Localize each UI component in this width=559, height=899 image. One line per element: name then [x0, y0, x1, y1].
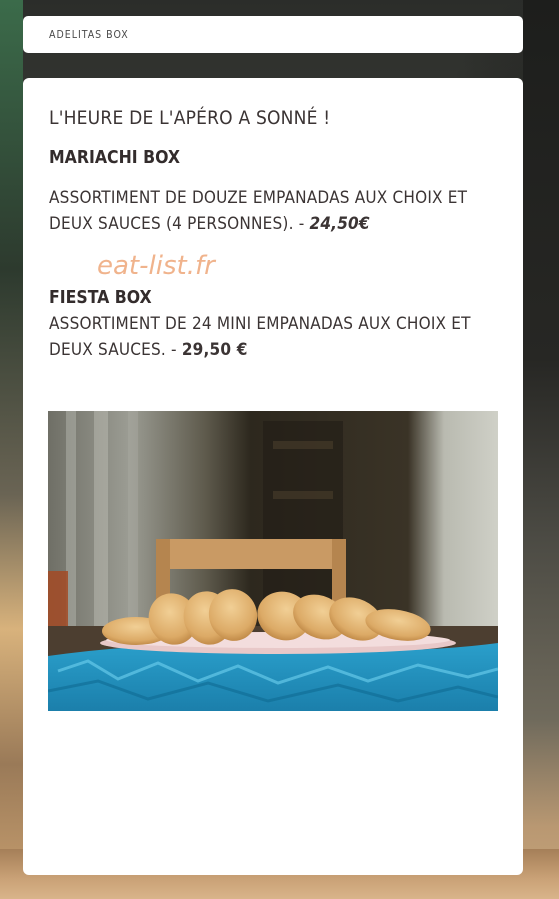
page-title: L'HEURE DE L'APÉRO A SONNÉ ! — [49, 107, 331, 129]
breadcrumb-label[interactable]: ADELITAS BOX — [49, 29, 129, 41]
menu-item-description-text: ASSORTIMENT DE DOUZE EMPANADAS AUX CHOIX… — [49, 188, 468, 234]
menu-item-name-mariachi: MARIACHI BOX — [49, 148, 180, 168]
watermark-logo: eat-list.fr — [97, 251, 215, 281]
menu-item-price-mariachi: 24,50€ — [309, 214, 370, 234]
empanadas-photo — [48, 411, 498, 711]
background-left-edge — [0, 0, 23, 899]
menu-item-description-text: ASSORTIMENT DE 24 MINI EMPANADAS AUX CHO… — [49, 314, 471, 360]
menu-item-description-mariachi: ASSORTIMENT DE DOUZE EMPANADAS AUX CHOIX… — [49, 185, 498, 237]
breadcrumb: ADELITAS BOX — [23, 16, 523, 53]
background-right-edge — [523, 0, 559, 899]
menu-item-price-fiesta: 29,50 € — [181, 340, 248, 360]
menu-card: L'HEURE DE L'APÉRO A SONNÉ ! MARIACHI BO… — [23, 78, 523, 875]
menu-item-description-fiesta: ASSORTIMENT DE 24 MINI EMPANADAS AUX CHO… — [49, 311, 498, 363]
menu-item-name-fiesta: FIESTA BOX — [49, 288, 152, 308]
